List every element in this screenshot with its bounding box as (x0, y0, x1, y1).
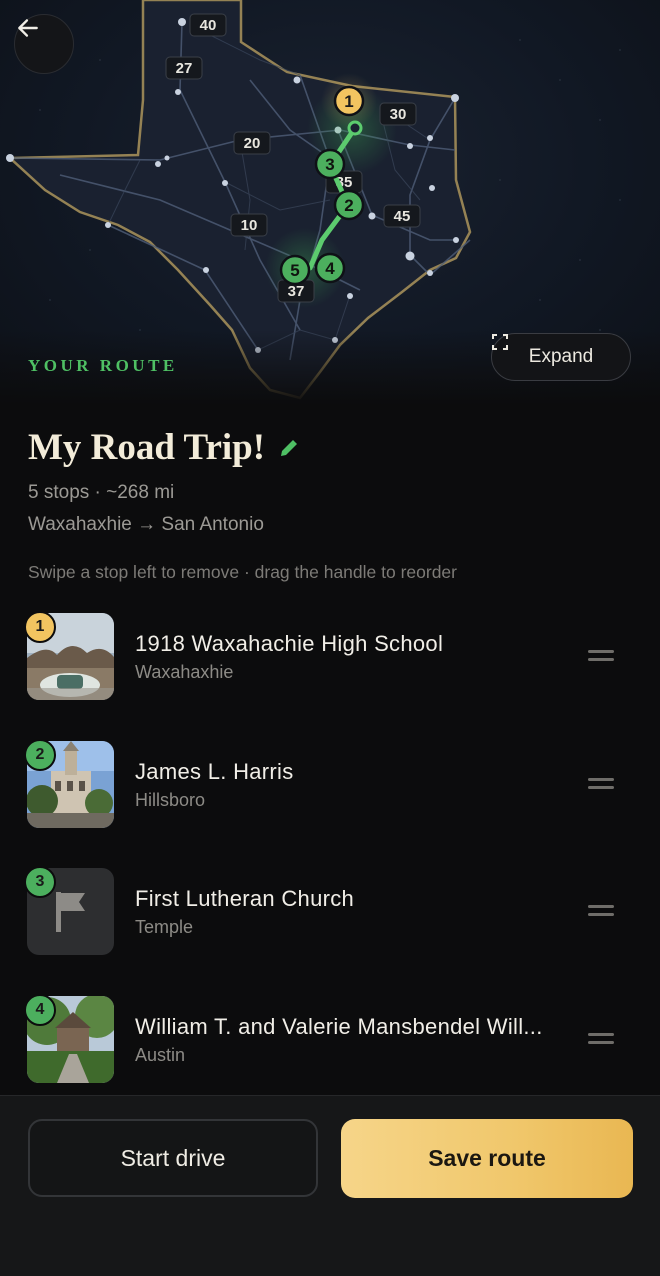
stop-city: Hillsboro (135, 790, 206, 810)
stop-number-badge: 1 (24, 611, 56, 643)
page-title: My Road Trip! (28, 427, 266, 468)
map-marker-5[interactable]: 5 (279, 254, 311, 286)
save-route-button[interactable]: Save route (341, 1119, 633, 1198)
svg-text:27: 27 (176, 60, 193, 77)
action-bar: Start drive Save route (0, 1095, 660, 1276)
svg-text:10: 10 (241, 217, 258, 234)
svg-text:45: 45 (394, 208, 411, 225)
route-map[interactable]: 40 27 20 30 10 45 35 37 1 3 2 5 4 YOUR R… (0, 0, 660, 405)
svg-text:30: 30 (390, 106, 407, 123)
stop-number-badge: 4 (24, 994, 56, 1026)
highway-shield: 20 (233, 131, 271, 155)
highway-shield: 45 (383, 204, 421, 228)
drag-handle-icon[interactable] (588, 778, 614, 790)
expand-button[interactable]: Expand (491, 333, 631, 381)
stop-name: William T. and Valerie Mansbendel Will..… (135, 1014, 543, 1039)
section-label: YOUR ROUTE (28, 356, 178, 375)
drag-handle-icon[interactable] (588, 650, 614, 662)
arrow-left-icon (18, 19, 38, 37)
svg-text:5: 5 (290, 261, 299, 280)
drag-handle-icon[interactable] (588, 905, 614, 917)
map-marker-3[interactable]: 3 (314, 148, 346, 180)
highway-shield: 10 (230, 213, 268, 237)
expand-label: Expand (528, 346, 594, 367)
stop-city: Temple (135, 917, 194, 937)
stop-number-badge: 3 (24, 866, 56, 898)
stop-row-1[interactable]: 1 1918 Waxahachie High School Waxahaxhie (0, 611, 660, 703)
svg-text:1: 1 (344, 92, 353, 111)
drag-handle-icon[interactable] (588, 1033, 614, 1045)
route-origin-dot (347, 120, 363, 136)
map-marker-4[interactable]: 4 (314, 252, 346, 284)
stop-row-2[interactable]: 2 James L. Harris Hillsboro (0, 739, 660, 831)
expand-icon (492, 334, 508, 350)
highway-shield: 30 (379, 102, 417, 126)
trip-endpoints: Waxahaxhie → San Antonio (28, 514, 264, 535)
stop-name: James L. Harris (135, 759, 294, 784)
stop-city: Austin (135, 1045, 186, 1065)
pencil-icon[interactable] (277, 436, 301, 460)
svg-text:20: 20 (244, 135, 261, 152)
stop-row-4[interactable]: 4 William T. and Valerie Mansbendel Will… (0, 994, 660, 1086)
svg-text:4: 4 (325, 259, 335, 278)
svg-text:3: 3 (325, 155, 334, 174)
stop-number-badge: 2 (24, 739, 56, 771)
map-marker-1[interactable]: 1 (333, 85, 365, 117)
reorder-hint: Swipe a stop left to remove · drag the h… (28, 562, 457, 582)
trip-title-row: My Road Trip! (28, 426, 301, 469)
trip-summary: 5 stops · ~268 mi (28, 482, 175, 503)
stop-city: Waxahaxhie (135, 662, 234, 682)
svg-text:40: 40 (200, 17, 217, 34)
stop-name: First Lutheran Church (135, 886, 355, 911)
svg-text:37: 37 (288, 283, 305, 300)
highway-shield: 27 (165, 56, 203, 80)
back-button[interactable] (14, 14, 74, 74)
stop-name: 1918 Waxahachie High School (135, 631, 444, 656)
map-marker-2[interactable]: 2 (333, 189, 365, 221)
stop-row-3[interactable]: 3 First Lutheran Church Temple (0, 866, 660, 958)
start-drive-button[interactable]: Start drive (28, 1119, 318, 1197)
highway-shield: 40 (189, 13, 227, 37)
svg-text:2: 2 (344, 196, 353, 215)
